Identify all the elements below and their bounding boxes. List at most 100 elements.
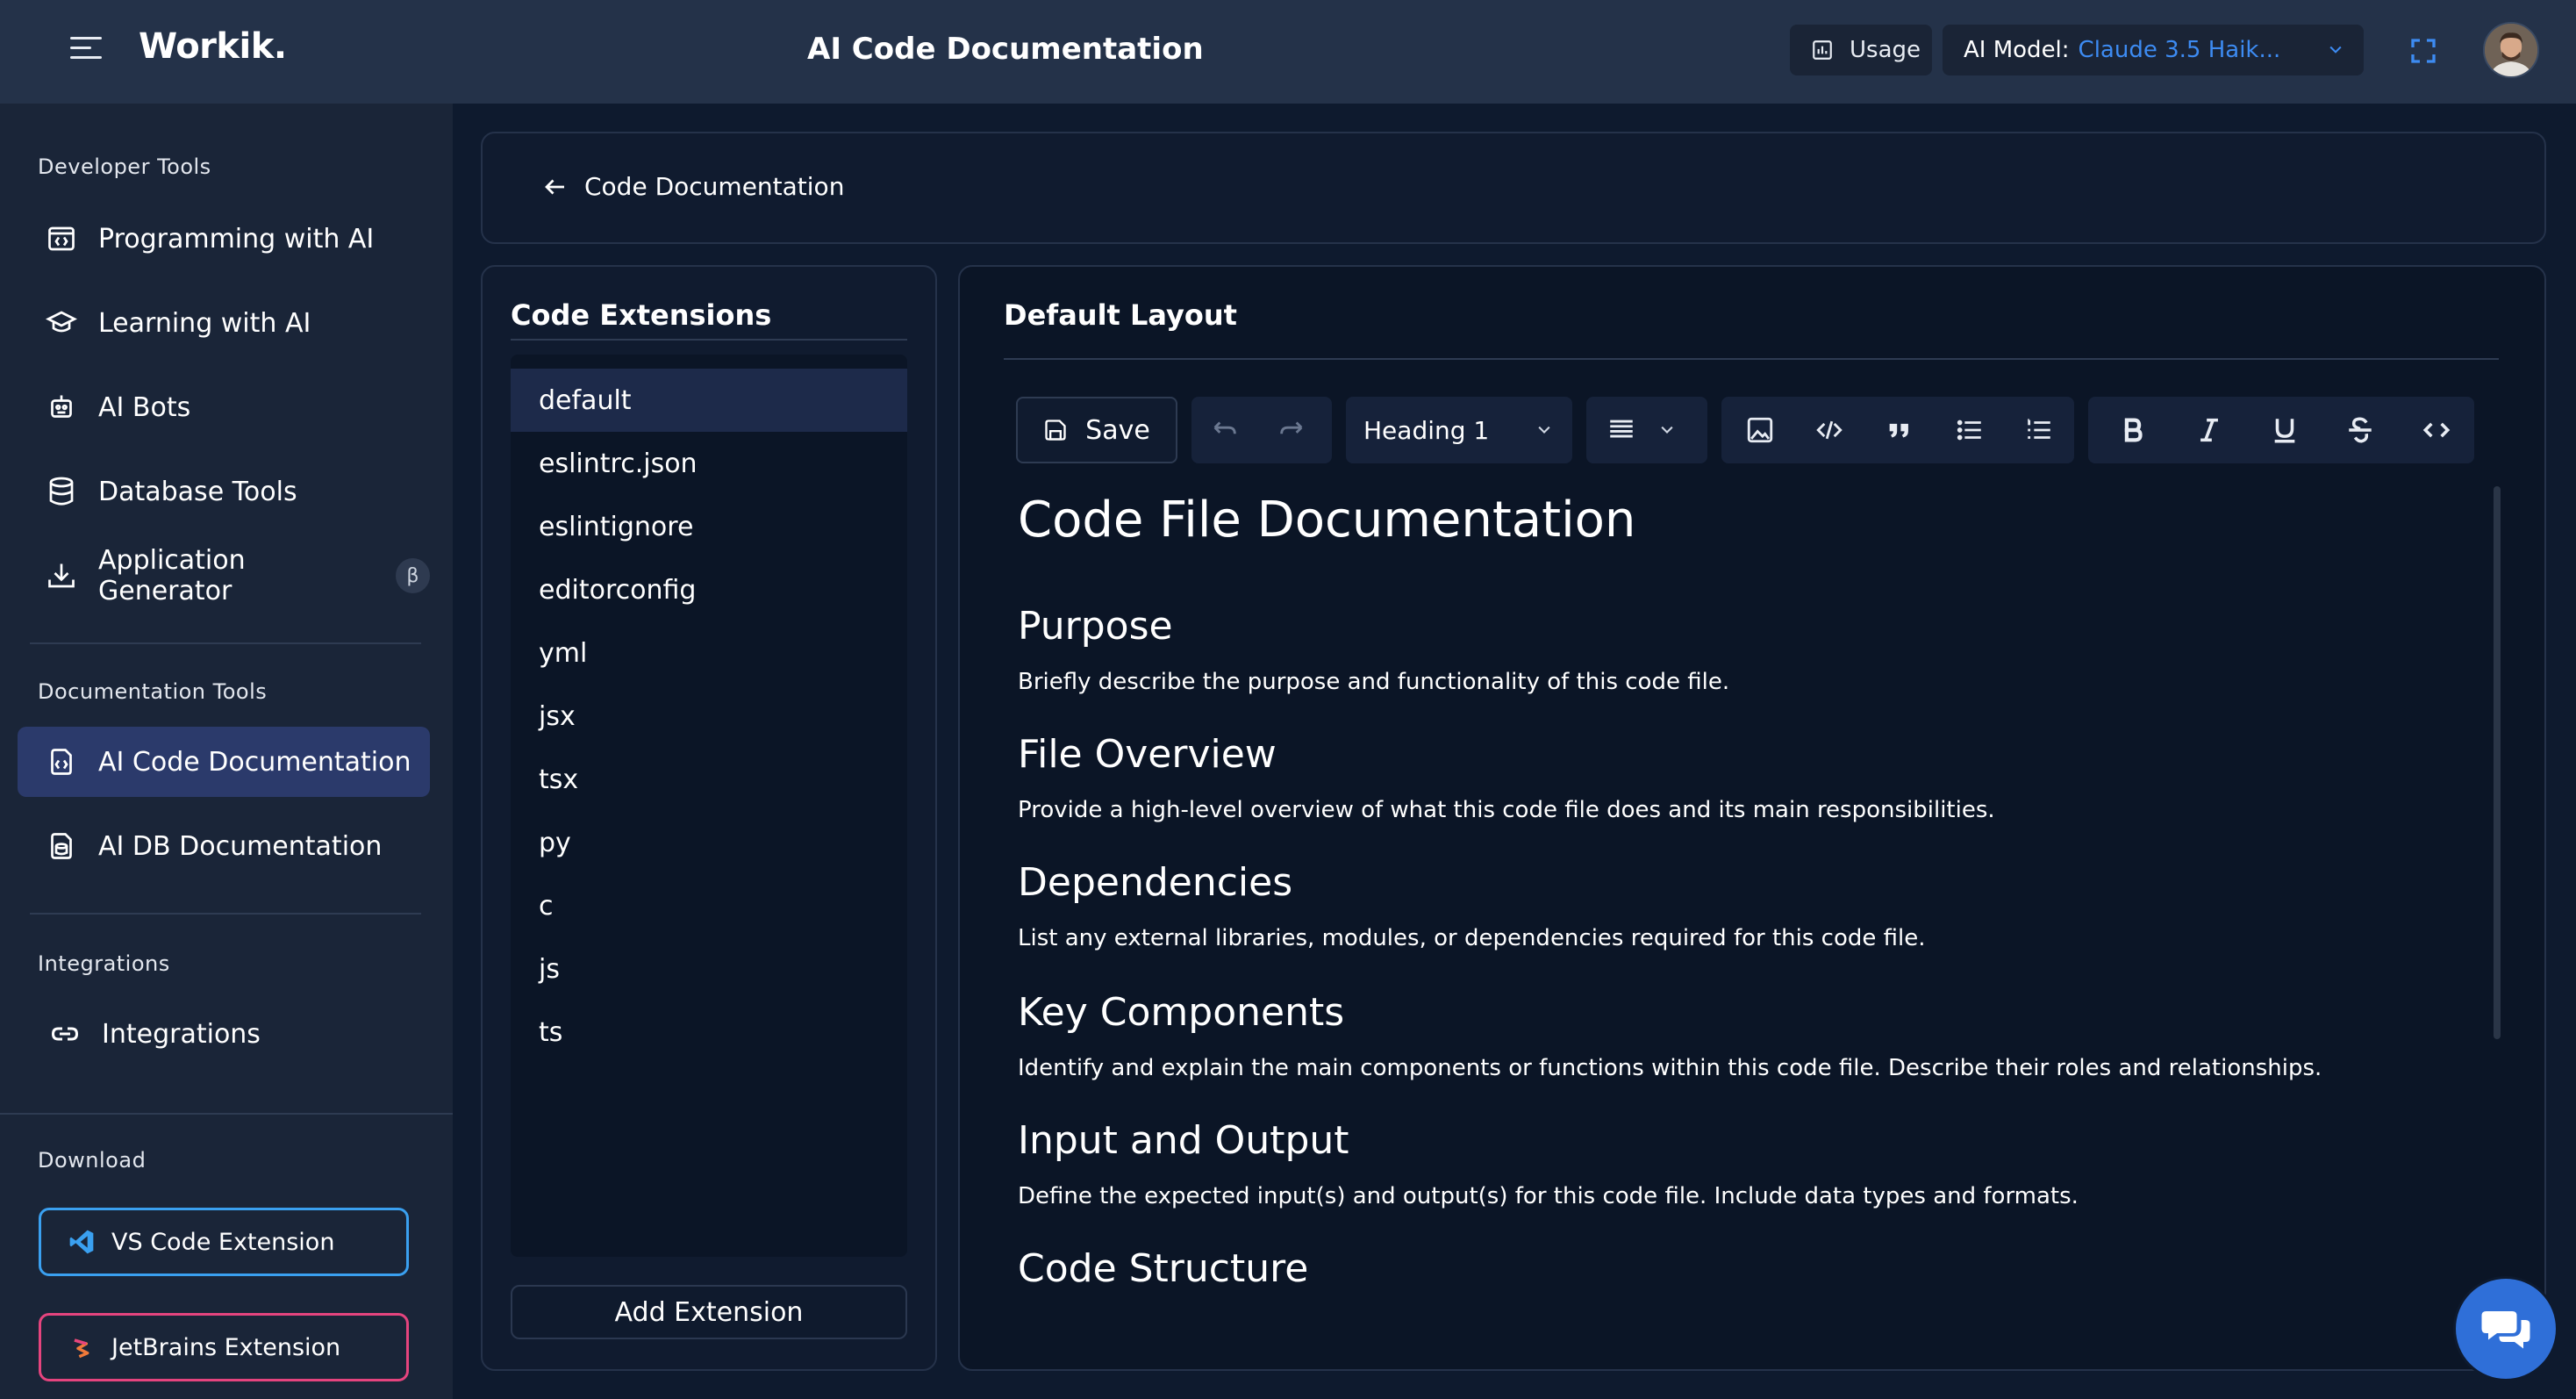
numbered-list-button[interactable] [2004,397,2074,463]
insert-group [1721,397,2074,463]
section-documentation-tools: Documentation Tools [38,679,268,704]
chevron-down-icon [1661,426,1673,434]
sidebar-item-label: AI Code Documentation [98,746,411,778]
sidebar-item-label: Database Tools [98,476,297,507]
list-item[interactable]: c [511,874,907,937]
jetbrains-extension-button[interactable]: JetBrains Extension [39,1313,409,1381]
list-item[interactable]: ts [511,1001,907,1064]
panel-divider [511,339,907,341]
align-justify-icon [1610,420,1633,438]
bot-icon [51,395,72,418]
section-download: Download [38,1148,147,1173]
list-item[interactable]: jsx [511,685,907,748]
extension-list: default eslintrc.json eslintignore edito… [511,355,907,1257]
strikethrough-icon [2349,417,2372,443]
editor-scrollbar[interactable] [2494,486,2501,1039]
editor-panel: Default Layout Save Heading 1 Code File … [958,265,2546,1371]
menu-icon[interactable] [70,37,102,63]
chevron-down-icon [1538,426,1550,434]
underline-button[interactable] [2251,397,2318,463]
alignment-select[interactable] [1586,397,1707,463]
chat-icon [2481,1311,2530,1349]
sidebar-item-ai-code-documentation[interactable]: AI Code Documentation [18,727,430,797]
underline-icon [2274,419,2295,443]
vs-code-label: VS Code Extension [111,1228,335,1256]
sidebar-item-learning[interactable]: Learning with AI [18,288,430,358]
section-integrations: Integrations [38,951,170,976]
doc-paragraph: List any external libraries, modules, or… [1018,925,1926,951]
heading-select[interactable]: Heading 1 [1346,397,1572,463]
sidebar: Developer Tools Programming with AI Lear… [0,104,453,1399]
sidebar-item-label: Integrations [102,1018,261,1050]
add-extension-button[interactable]: Add Extension [511,1285,907,1339]
list-item[interactable]: py [511,811,907,874]
logo[interactable]: Workik. [139,26,287,67]
sidebar-divider [30,642,421,644]
inline-code-icon [2422,422,2451,438]
save-button[interactable]: Save [1016,397,1177,463]
doc-heading: Dependencies [1018,860,1293,905]
image-icon [1747,417,1772,443]
italic-button[interactable] [2176,397,2243,463]
vs-code-icon [69,1230,94,1254]
list-item[interactable]: yml [511,621,907,685]
code-extensions-panel: Code Extensions default eslintrc.json es… [481,265,937,1371]
jetbrains-label: JetBrains Extension [111,1333,341,1361]
list-item[interactable]: js [511,937,907,1001]
editor-title: Default Layout [1004,298,1237,332]
sidebar-item-application-generator[interactable]: Application Generator β [18,541,430,611]
undo-icon [1213,421,1236,434]
editor-toolbar: Save Heading 1 [1016,397,2474,463]
list-item[interactable]: default [511,369,907,432]
user-photo-icon [2485,24,2537,76]
sidebar-item-ai-bots[interactable]: AI Bots [18,372,430,442]
bold-button[interactable] [2100,397,2166,463]
heading-select-value: Heading 1 [1363,415,1490,445]
doc-paragraph: Define the expected input(s) and output(… [1018,1183,2079,1209]
sidebar-item-database-tools[interactable]: Database Tools [18,456,430,527]
insert-image-button[interactable] [1725,397,1795,463]
list-item[interactable]: eslintignore [511,495,907,558]
sidebar-item-label: AI Bots [98,391,191,423]
save-icon [1045,420,1066,441]
list-item[interactable]: editorconfig [511,558,907,621]
doc-paragraph: Briefly describe the purpose and functio… [1018,669,1730,695]
list-item[interactable]: tsx [511,748,907,811]
fullscreen-icon[interactable] [2409,37,2437,65]
bullet-list-button[interactable] [1935,397,2005,463]
sidebar-item-integrations[interactable]: Integrations [18,999,430,1069]
align-button[interactable] [1586,397,1657,463]
top-bar: Workik. AI Code Documentation Usage AI M… [0,0,2576,104]
jetbrains-icon [74,1338,89,1359]
bold-icon [2124,418,2143,442]
vs-code-extension-button[interactable]: VS Code Extension [39,1208,409,1276]
sidebar-item-programming[interactable]: Programming with AI [18,204,430,274]
chevron-down-icon [2329,46,2342,54]
avatar[interactable] [2483,22,2539,78]
blockquote-button[interactable] [1864,397,1935,463]
list-item[interactable]: eslintrc.json [511,432,907,495]
ai-model-label: AI Model: [1964,37,2070,63]
back-link[interactable]: Code Documentation [542,172,844,201]
sidebar-item-label: AI DB Documentation [98,830,383,862]
sidebar-item-label: Learning with AI [98,307,311,339]
usage-button[interactable]: Usage [1790,25,1932,75]
redo-button[interactable] [1258,397,1325,463]
ai-model-select[interactable]: AI Model: Claude 3.5 Haik... [1943,25,2364,75]
bullet-list-icon [1957,420,1981,441]
chat-button[interactable] [2453,1276,2558,1381]
undo-button[interactable] [1191,397,1258,463]
beta-badge: β [395,558,430,593]
strikethrough-button[interactable] [2327,397,2394,463]
numbered-list-icon [2028,419,2050,439]
sidebar-item-label: Application Generator [98,545,246,606]
doc-heading: Key Components [1018,990,1345,1035]
link-icon [51,1027,79,1041]
inline-code-button[interactable] [2403,397,2470,463]
doc-paragraph: Identify and explain the main components… [1018,1055,2322,1081]
sidebar-item-ai-db-documentation[interactable]: AI DB Documentation [18,811,430,881]
code-block-button[interactable] [1795,397,1865,463]
database-icon [49,477,74,506]
doc-title: Code File Documentation [1018,491,1636,549]
doc-heading: Purpose [1018,604,1173,649]
